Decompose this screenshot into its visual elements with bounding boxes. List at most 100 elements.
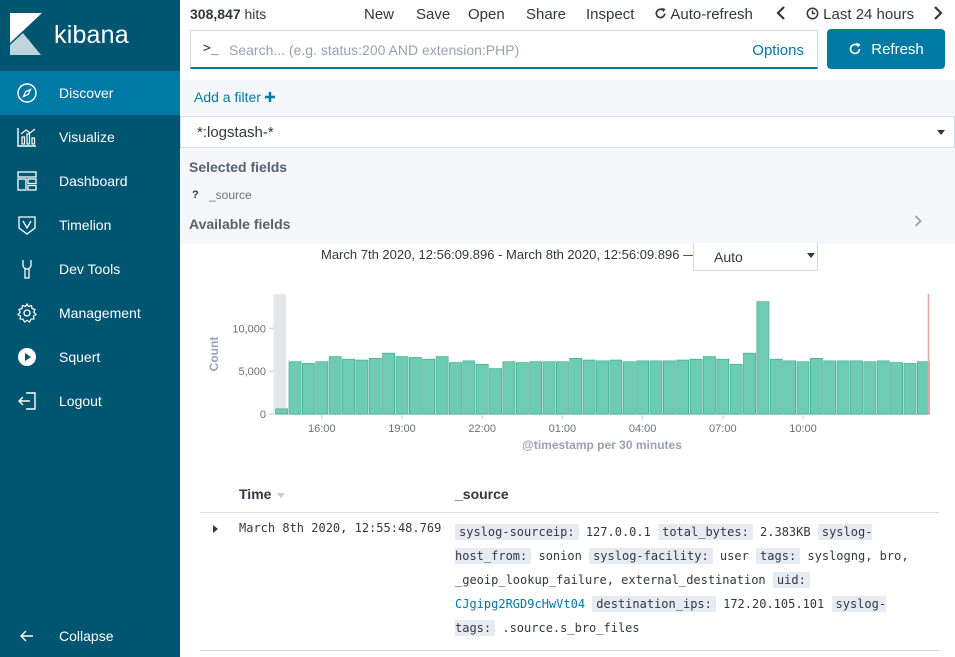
- save-button[interactable]: Save: [416, 6, 450, 23]
- histogram-bar[interactable]: [529, 361, 543, 415]
- field-value: sonion: [538, 549, 582, 563]
- histogram-bar[interactable]: [542, 361, 556, 415]
- histogram-bar[interactable]: [475, 363, 489, 415]
- histogram-bar[interactable]: [556, 361, 569, 415]
- sidebar-item-label: Visualize: [59, 129, 115, 145]
- histogram-bar[interactable]: [355, 359, 369, 415]
- histogram-bar[interactable]: [435, 356, 449, 415]
- histogram-bar[interactable]: [382, 352, 396, 415]
- histogram-bar[interactable]: [796, 361, 810, 415]
- sidebar-item-visualize[interactable]: Visualize: [0, 115, 180, 159]
- histogram-bar[interactable]: [916, 361, 930, 415]
- caret-down-icon: [807, 253, 815, 258]
- histogram-bar[interactable]: [769, 358, 783, 415]
- histogram-bar[interactable]: [716, 358, 730, 415]
- sidebar-item-label: Squert: [59, 349, 101, 365]
- histogram-bar[interactable]: [703, 356, 716, 415]
- histogram-bar[interactable]: [743, 352, 756, 415]
- histogram-bar[interactable]: [809, 357, 823, 415]
- histogram-bar[interactable]: [729, 363, 743, 415]
- histogram-bar[interactable]: [489, 368, 502, 415]
- expand-row-icon[interactable]: [213, 525, 218, 533]
- dashboard-icon: [16, 170, 38, 192]
- available-fields-title[interactable]: Available fields: [189, 216, 290, 232]
- histogram-bar[interactable]: [449, 362, 462, 415]
- histogram-bar[interactable]: [462, 360, 476, 415]
- sidebar-item-timelion[interactable]: Timelion: [0, 203, 180, 247]
- sidebar-item-discover[interactable]: Discover: [0, 71, 180, 115]
- histogram-bar[interactable]: [315, 361, 329, 415]
- query-prompt-icon: >_: [203, 41, 219, 56]
- share-button[interactable]: Share: [526, 6, 566, 23]
- sidebar-item-squert[interactable]: Squert: [0, 335, 180, 379]
- histogram-bar[interactable]: [368, 357, 382, 415]
- histogram-bar[interactable]: [662, 360, 676, 415]
- add-filter-button[interactable]: Add a filter: [194, 89, 275, 105]
- histogram-bar[interactable]: [836, 360, 850, 415]
- histogram-bar[interactable]: [302, 363, 315, 415]
- histogram-bar[interactable]: [823, 360, 837, 415]
- x-tick-label: 22:00: [468, 423, 496, 435]
- new-button[interactable]: New: [364, 6, 394, 23]
- histogram-bar[interactable]: [275, 408, 289, 415]
- field-source[interactable]: _source: [209, 188, 252, 202]
- sidebar-item-dashboard[interactable]: Dashboard: [0, 159, 180, 203]
- index-pattern-select[interactable]: *:logstash-*: [180, 116, 955, 148]
- sidebar-item-dev-tools[interactable]: Dev Tools: [0, 247, 180, 291]
- histogram-bar[interactable]: [676, 359, 690, 415]
- field-value: .source.s_bro_files: [502, 621, 640, 635]
- filter-bar: Add a filter: [180, 80, 955, 116]
- column-header-source: _source: [455, 486, 509, 502]
- hits-number: 308,847: [190, 6, 241, 22]
- histogram-bar[interactable]: [288, 361, 302, 415]
- field-key: destination_ips:: [592, 596, 716, 612]
- histogram-bar[interactable]: [863, 361, 877, 415]
- chevron-right-icon[interactable]: [914, 214, 922, 232]
- sidebar-item-logout[interactable]: Logout: [0, 379, 180, 423]
- histogram-bar[interactable]: [422, 358, 436, 415]
- auto-refresh-button[interactable]: Auto-refresh: [654, 6, 753, 23]
- histogram-bar[interactable]: [890, 362, 903, 415]
- time-back-button[interactable]: [776, 6, 786, 23]
- refresh-button[interactable]: Refresh: [827, 29, 945, 69]
- histogram-bar[interactable]: [609, 359, 623, 415]
- inspect-button[interactable]: Inspect: [586, 6, 634, 23]
- histogram-bar[interactable]: [328, 356, 342, 415]
- interval-select[interactable]: Auto: [693, 243, 818, 271]
- sidebar-item-management[interactable]: Management: [0, 291, 180, 335]
- play-icon: [16, 346, 38, 368]
- histogram-bar[interactable]: [596, 360, 609, 415]
- histogram-chart[interactable]: 0 5,000 10,000 16:00 19:00 22:00 01:00 04:00 07:…: [200, 280, 940, 460]
- histogram-bar[interactable]: [876, 360, 890, 415]
- search-input[interactable]: [229, 39, 739, 61]
- out-of-range-area: [275, 294, 286, 414]
- histogram-bar[interactable]: [689, 358, 703, 415]
- histogram-bar[interactable]: [649, 360, 663, 415]
- histogram-bar[interactable]: [395, 356, 409, 415]
- histogram-bar[interactable]: [408, 357, 422, 415]
- brand[interactable]: kibana: [0, 0, 180, 70]
- histogram-bar[interactable]: [850, 360, 863, 415]
- row-timestamp: March 8th 2020, 12:55:48.769: [239, 521, 442, 535]
- timepicker-button[interactable]: Last 24 hours: [806, 6, 914, 23]
- sort-down-icon[interactable]: [277, 493, 285, 498]
- open-button[interactable]: Open: [468, 6, 505, 23]
- histogram-bar[interactable]: [783, 360, 797, 415]
- field-value: 2.383KB: [760, 525, 811, 539]
- histogram-bar[interactable]: [582, 359, 596, 415]
- column-header-time[interactable]: Time: [239, 486, 271, 502]
- sidebar-item-label: Timelion: [59, 217, 112, 233]
- collapse-button[interactable]: Collapse: [0, 614, 180, 657]
- histogram-bar[interactable]: [342, 358, 355, 415]
- refresh-label: Refresh: [871, 40, 924, 58]
- histogram-bar[interactable]: [636, 360, 649, 415]
- histogram-bar[interactable]: [756, 301, 770, 415]
- search-options-button[interactable]: Options: [752, 42, 804, 59]
- histogram-bar[interactable]: [515, 362, 529, 415]
- histogram-bar[interactable]: [622, 361, 636, 415]
- time-forward-button[interactable]: [933, 6, 943, 23]
- histogram-bar[interactable]: [903, 363, 917, 415]
- histogram-bar[interactable]: [502, 361, 516, 415]
- histogram-bar[interactable]: [569, 357, 583, 415]
- field-value-link[interactable]: CJgipg2RGD9cHwVt04: [455, 597, 585, 611]
